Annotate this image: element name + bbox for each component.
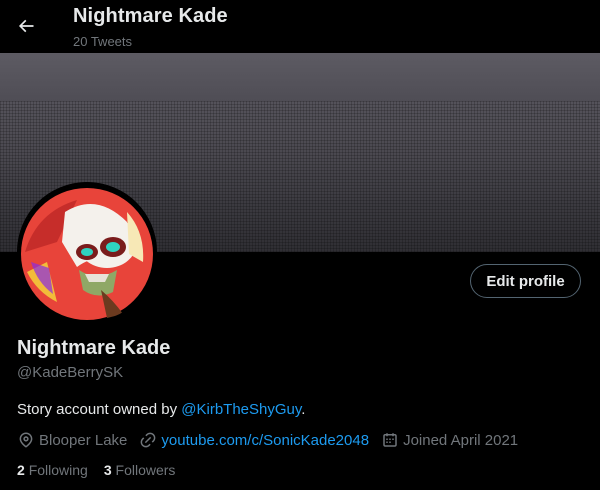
avatar-image	[17, 182, 157, 322]
profile-page: Nightmare Kade 20 Tweets Edit profile Ni…	[0, 0, 600, 490]
follow-stats: 2 Following 3 Followers	[17, 462, 191, 478]
bio-mention-link[interactable]: @KirbTheShyGuy	[181, 401, 301, 418]
banner-strip	[0, 53, 600, 101]
header-title: Nightmare Kade	[73, 5, 228, 27]
bio-text: Story account owned by	[17, 401, 182, 418]
avatar[interactable]	[17, 182, 157, 322]
following-count: 2	[17, 462, 25, 478]
tweets-count: 20 Tweets	[73, 34, 133, 49]
back-arrow-icon	[18, 19, 34, 33]
followers-label: Followers	[115, 462, 176, 478]
following-link[interactable]: 2 Following	[17, 462, 88, 478]
top-bar: Nightmare Kade 20 Tweets	[0, 0, 600, 53]
bio-suffix: .	[301, 401, 306, 418]
joined-item: Joined April 2021	[381, 431, 518, 449]
following-label: Following	[28, 462, 88, 478]
website-item[interactable]: youtube.com/c/SonicKade2048	[139, 431, 369, 449]
profile-name: Nightmare Kade	[17, 337, 171, 359]
profile-bio: Story account owned by @KirbTheShyGuy.	[17, 401, 305, 418]
profile-meta: Blooper Lake youtube.com/c/SonicKade2048…	[17, 430, 530, 450]
location-pin-icon	[19, 432, 33, 448]
edit-profile-button[interactable]: Edit profile	[470, 264, 581, 298]
location-item: Blooper Lake	[17, 431, 127, 449]
location-text: Blooper Lake	[39, 431, 128, 449]
joined-text: Joined April 2021	[403, 431, 519, 449]
website-link[interactable]: youtube.com/c/SonicKade2048	[161, 432, 369, 449]
link-icon	[141, 432, 156, 448]
calendar-icon	[383, 433, 397, 447]
followers-count: 3	[103, 462, 112, 478]
back-button[interactable]	[8, 8, 44, 44]
profile-handle: @KadeBerrySK	[17, 364, 124, 381]
followers-link[interactable]: 3 Followers	[104, 462, 176, 478]
